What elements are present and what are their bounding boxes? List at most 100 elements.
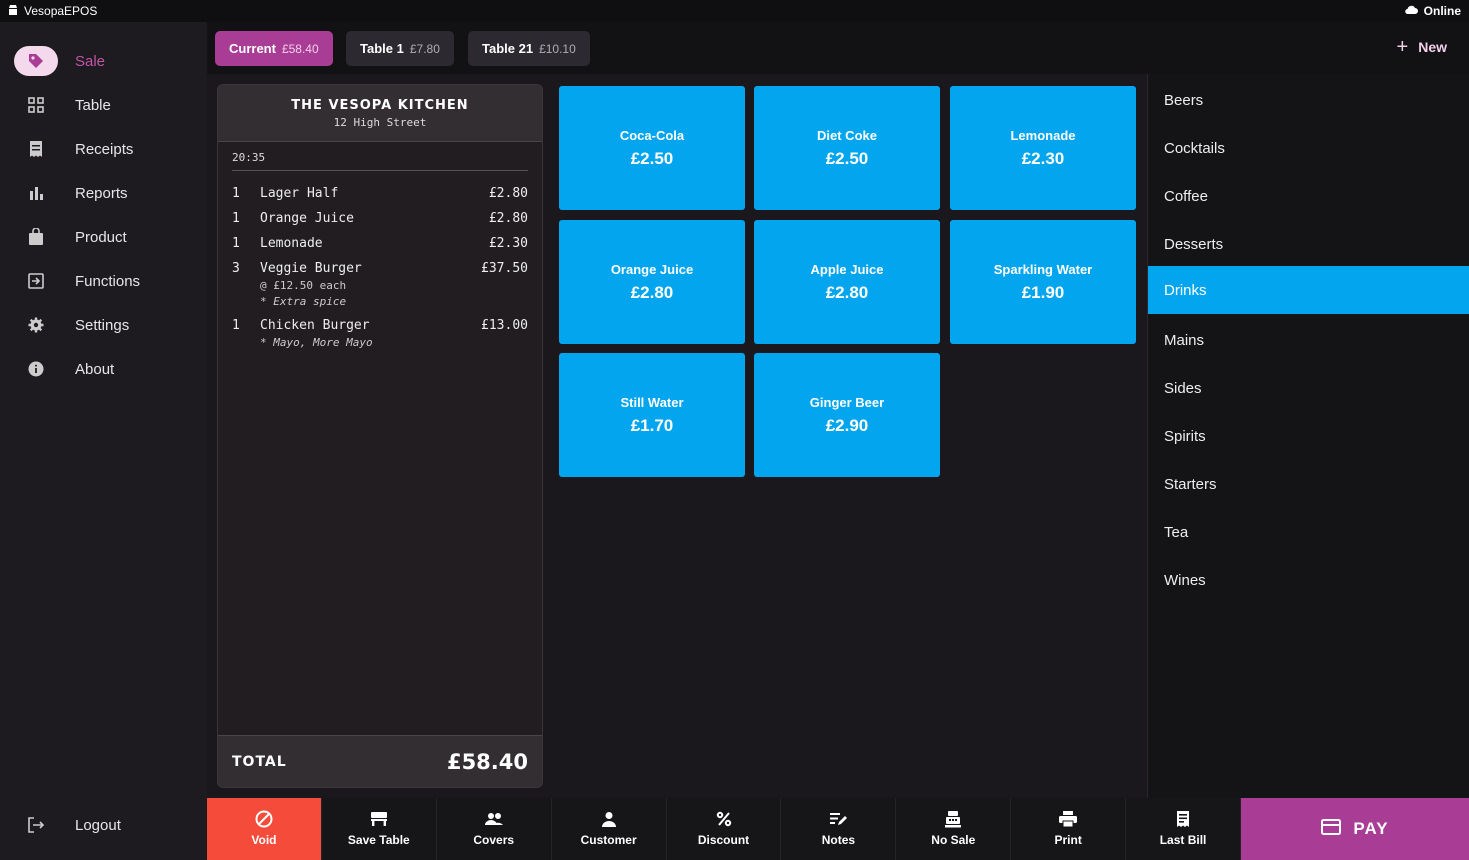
receipt-header: THE VESOPA KITCHEN 12 High Street (218, 85, 542, 142)
category-item-desserts[interactable]: Desserts (1148, 220, 1469, 268)
covers-button[interactable]: Covers (437, 798, 552, 860)
function-icon (14, 266, 58, 296)
category-item-drinks[interactable]: Drinks (1148, 266, 1469, 314)
customer-icon (601, 811, 617, 827)
tab-amount: £7.80 (409, 41, 440, 56)
line-name: Lemonade (260, 236, 323, 251)
print-button[interactable]: Print (1011, 798, 1127, 860)
category-item-spirits[interactable]: Spirits (1148, 412, 1469, 460)
notes-button[interactable]: Notes (781, 798, 897, 860)
product-button[interactable]: Still Water £1.70 (559, 353, 745, 477)
product-price: £2.30 (1021, 148, 1065, 168)
product-button[interactable]: Coca-Cola £2.50 (559, 86, 745, 210)
tab-amount: £58.40 (281, 41, 319, 56)
total-value: £58.40 (446, 749, 528, 774)
sidebar-item-about[interactable]: About (14, 352, 194, 386)
product-button[interactable]: Orange Juice £2.80 (559, 220, 745, 344)
product-name: Still Water (620, 394, 684, 410)
action-bar: Void Save Table Covers Customer Discount… (207, 798, 1242, 860)
line-name: Veggie Burger (260, 261, 362, 276)
category-item-starters[interactable]: Starters (1148, 460, 1469, 508)
pay-button[interactable]: PAY (1241, 798, 1469, 860)
last-bill-button[interactable]: Last Bill (1126, 798, 1242, 860)
customer-label: Customer (580, 833, 637, 847)
print-icon (1059, 811, 1078, 827)
line-qty: 3 (232, 261, 240, 276)
tab-table-1[interactable]: Table 1 £7.80 (346, 31, 454, 66)
receipt-line[interactable]: 1 Chicken Burger £13.00 * Mayo, More May… (232, 318, 528, 349)
product-price: £2.80 (825, 282, 869, 302)
product-price: £2.50 (630, 148, 674, 168)
sidebar-item-settings[interactable]: Settings (14, 308, 194, 342)
product-price: £2.50 (825, 148, 869, 168)
void-button[interactable]: Void (207, 798, 322, 860)
sidebar-item-label: About (75, 360, 115, 378)
logout-icon (14, 810, 58, 840)
sidebar-item-label: Sale (75, 52, 106, 70)
receipt-panel: THE VESOPA KITCHEN 12 High Street 20:35 … (217, 84, 543, 788)
sidebar-item-label: Table (75, 96, 111, 114)
line-price: £37.50 (481, 261, 528, 276)
tab-current[interactable]: Current £58.40 (215, 31, 333, 66)
tab-name: Current (229, 41, 276, 56)
line-unit-price: @ £12.50 each (260, 279, 347, 292)
receipt-line[interactable]: 3 Veggie Burger £37.50 @ £12.50 each * E… (232, 261, 528, 308)
logout-label: Logout (75, 816, 121, 834)
product-button[interactable]: Sparkling Water £1.90 (950, 220, 1136, 344)
sidebar-item-table[interactable]: Table (14, 88, 194, 122)
card-icon (1321, 818, 1342, 840)
notes-icon (829, 811, 848, 827)
tab-table-21[interactable]: Table 21 £10.10 (468, 31, 590, 66)
product-price: £1.70 (630, 415, 674, 435)
discount-label: Discount (697, 833, 750, 847)
last-bill-icon (1176, 811, 1190, 827)
logout-button[interactable]: Logout (14, 808, 194, 842)
line-price: £2.30 (488, 236, 528, 251)
line-qty: 1 (232, 211, 240, 226)
category-item-sides[interactable]: Sides (1148, 364, 1469, 412)
category-item-beers[interactable]: Beers (1148, 76, 1469, 124)
category-item-tea[interactable]: Tea (1148, 508, 1469, 556)
sidebar-item-functions[interactable]: Functions (14, 264, 194, 298)
bar-chart-icon (14, 178, 58, 208)
category-item-mains[interactable]: Mains (1148, 316, 1469, 364)
product-name: Sparkling Water (993, 261, 1093, 277)
product-button[interactable]: Diet Coke £2.50 (754, 86, 940, 210)
receipt-total-bar: TOTAL £58.40 (218, 735, 542, 787)
new-tab-button[interactable]: + New (1397, 37, 1447, 57)
sidebar-item-reports[interactable]: Reports (14, 176, 194, 210)
category-list: Beers Cocktails Coffee Desserts Drinks M… (1147, 74, 1469, 798)
covers-icon (484, 811, 504, 827)
app-logo-icon (8, 4, 18, 19)
product-button[interactable]: Ginger Beer £2.90 (754, 353, 940, 477)
category-item-coffee[interactable]: Coffee (1148, 172, 1469, 220)
info-icon (14, 354, 58, 384)
product-button[interactable]: Apple Juice £2.80 (754, 220, 940, 344)
customer-button[interactable]: Customer (552, 798, 667, 860)
save-table-icon (370, 811, 388, 827)
save-table-button[interactable]: Save Table (322, 798, 437, 860)
new-tab-label: New (1418, 39, 1447, 55)
register-icon (944, 811, 962, 828)
cloud-icon (1404, 4, 1418, 18)
tab-amount: £10.10 (539, 41, 576, 56)
product-name: Lemonade (1010, 127, 1076, 143)
product-grid: Coca-Cola £2.50 Diet Coke £2.50 Lemonade… (559, 86, 1139, 486)
save-table-label: Save Table (347, 833, 410, 847)
line-modifier: * Mayo, More Mayo (260, 336, 373, 349)
discount-button[interactable]: Discount (667, 798, 782, 860)
product-price: £2.90 (825, 415, 869, 435)
sidebar-item-product[interactable]: Product (14, 220, 194, 254)
void-icon (255, 810, 273, 828)
category-item-cocktails[interactable]: Cocktails (1148, 124, 1469, 172)
no-sale-label: No Sale (931, 833, 976, 847)
sidebar-item-receipts[interactable]: Receipts (14, 132, 194, 166)
category-item-wines[interactable]: Wines (1148, 556, 1469, 604)
sidebar-item-label: Reports (75, 184, 128, 202)
product-button[interactable]: Lemonade £2.30 (950, 86, 1136, 210)
no-sale-button[interactable]: No Sale (896, 798, 1012, 860)
app-title: VesopaEPOS (24, 4, 98, 18)
sidebar-item-sale[interactable]: Sale (14, 44, 194, 78)
title-bar: VesopaEPOS Online (0, 0, 1469, 22)
product-name: Ginger Beer (809, 394, 885, 410)
